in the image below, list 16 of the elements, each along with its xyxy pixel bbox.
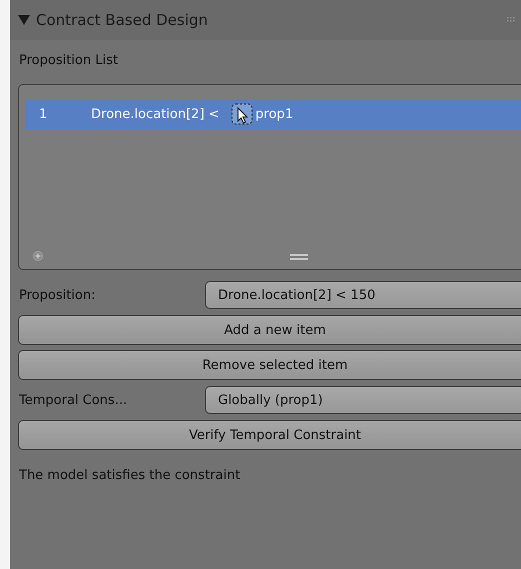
collapse-triangle-icon[interactable] bbox=[18, 15, 30, 25]
cursor-icon bbox=[231, 103, 254, 125]
list-label: Proposition List bbox=[18, 52, 119, 70]
drag-grip-icon bbox=[507, 17, 515, 22]
status-message: The model satisfies the constraint bbox=[18, 466, 242, 484]
list-item[interactable]: 1 Drone.location[2] < prop1 bbox=[25, 99, 521, 129]
action-button[interactable]: Remove selected item bbox=[18, 350, 521, 380]
resize-handle-icon bbox=[290, 254, 308, 260]
field-label: Temporal Cons... bbox=[18, 392, 128, 408]
action-button[interactable]: Verify Temporal Constraint bbox=[18, 420, 521, 450]
action-button[interactable]: Add a new item bbox=[18, 315, 521, 345]
add-icon bbox=[33, 251, 43, 261]
panel-title: Contract Based Design bbox=[36, 11, 208, 29]
input-field[interactable]: Globally (prop1) bbox=[205, 386, 521, 414]
input-field[interactable]: Drone.location[2] < 150 bbox=[205, 281, 521, 309]
field-label: Proposition: bbox=[18, 288, 96, 302]
